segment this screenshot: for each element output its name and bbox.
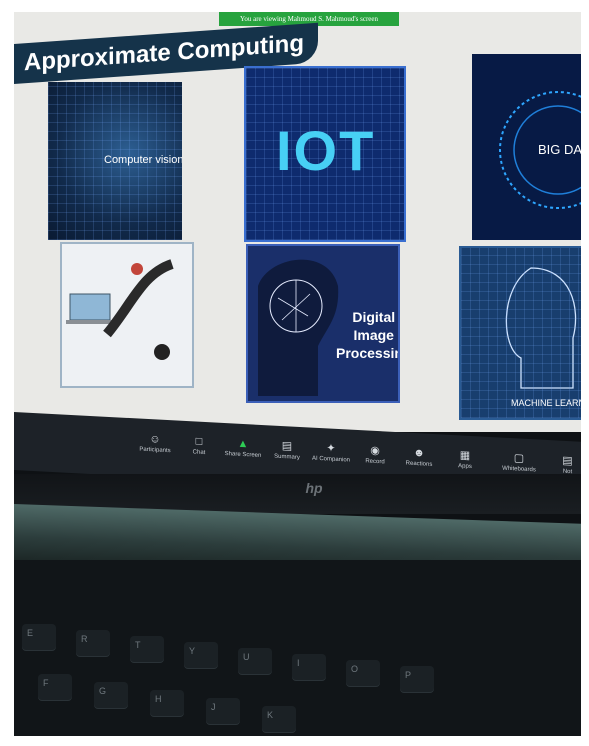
keyboard-key: P [400, 666, 434, 692]
participants-icon: ☺ [149, 433, 161, 446]
tile-digital-image-processing: Digital Image Processing [246, 244, 400, 403]
laptop-body: You are viewing Mahmoud S. Mahmoud's scr… [14, 12, 581, 736]
summary-icon: ▤ [281, 440, 293, 453]
participants-button[interactable]: ☺ Participants [132, 432, 178, 454]
tile-machine-learning: MACHINE LEARNING [459, 246, 581, 420]
keyboard-key: T [130, 636, 164, 662]
record-button[interactable]: ◉ Record [352, 444, 398, 466]
share-screen-button[interactable]: ▲ Share Screen [220, 437, 266, 459]
notes-button[interactable]: ▤ Not [554, 454, 581, 476]
hp-logo: hp [305, 480, 323, 496]
ai-companion-button[interactable]: ✦ AI Companion [308, 441, 354, 463]
summary-button[interactable]: ▤ Summary [264, 439, 310, 461]
laptop-photo: You are viewing Mahmoud S. Mahmoud's scr… [0, 0, 589, 746]
keyboard-key: E [22, 624, 56, 650]
reactions-icon: ☻ [413, 446, 425, 460]
keyboard-key: K [262, 706, 296, 732]
tile-computer-vision: Computer vision [48, 82, 182, 240]
keyboard-key: H [150, 690, 184, 716]
keyboard-key: J [206, 698, 240, 724]
keyboard-key: I [292, 654, 326, 680]
apps-button[interactable]: ▦ Apps [442, 448, 488, 470]
keyboard-key: U [238, 648, 272, 674]
whiteboards-label: Whiteboards [502, 465, 536, 474]
laptop-screen: You are viewing Mahmoud S. Mahmoud's scr… [14, 12, 581, 432]
share-screen-icon: ▲ [237, 437, 249, 451]
keyboard-key: G [94, 682, 128, 708]
participants-label: Participants [139, 446, 171, 455]
keyboard-key: Y [184, 642, 218, 668]
record-label: Record [365, 458, 385, 466]
keyboard-deck: E R T Y U I O P F G H J K [14, 560, 581, 736]
tile-label-digital-image-processing: Digital Image Processing [336, 309, 398, 361]
apps-icon: ▦ [459, 449, 471, 462]
tile-label-machine-learning: MACHINE LEARNING [511, 398, 581, 408]
apps-label: Apps [458, 463, 472, 470]
keyboard-key: O [346, 660, 380, 686]
tile-multimedia [60, 242, 194, 388]
ai-companion-label: AI Companion [311, 455, 351, 464]
reactions-button[interactable]: ☻ Reactions [396, 446, 442, 468]
ai-companion-icon: ✦ [326, 442, 336, 455]
tile-label-iot: IOT [276, 119, 376, 182]
record-icon: ◉ [370, 444, 380, 458]
whiteboards-icon: ▢ [513, 452, 525, 465]
tile-texture [461, 248, 581, 418]
tile-big-data: BIG DA [472, 54, 581, 240]
whiteboards-button[interactable]: ▢ Whiteboards [496, 451, 542, 473]
summary-label: Summary [274, 453, 300, 461]
chat-icon: □ [195, 435, 203, 448]
share-screen-label: Share Screen [224, 451, 262, 459]
keyboard-key: R [76, 630, 110, 656]
tile-label-computer-vision: Computer vision [104, 154, 182, 166]
chat-button[interactable]: □ Chat [176, 434, 222, 457]
keyboard-key: F [38, 674, 72, 700]
multimedia-collage-icon [66, 259, 174, 360]
chat-label: Chat [192, 449, 206, 457]
tile-iot: IOT [244, 66, 406, 242]
reactions-label: Reactions [405, 460, 433, 468]
notes-icon: ▤ [562, 454, 573, 468]
tile-label-big-data: BIG DA [538, 142, 581, 157]
